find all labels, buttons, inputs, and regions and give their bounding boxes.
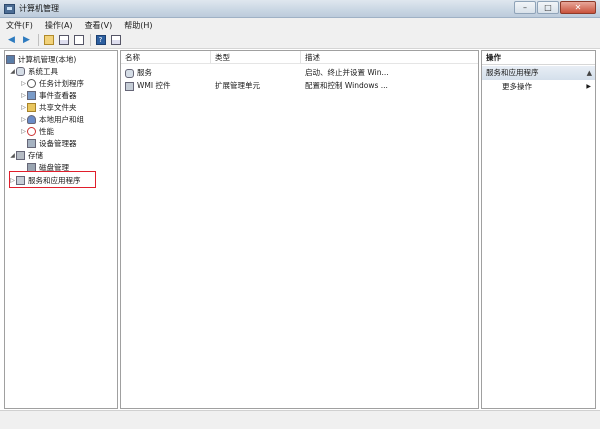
maximize-button[interactable]: □ [537,1,559,14]
menu-bar: 文件(F) 操作(A) 查看(V) 帮助(H) [0,18,600,32]
tree-label: 存储 [28,150,43,160]
storage-icon [16,150,25,160]
expand-icon[interactable]: ▷ [20,92,27,99]
collapse-up-icon[interactable]: ▲ [587,66,592,80]
show-hide-tree-icon[interactable] [57,34,70,47]
window-title: 计算机管理 [19,4,59,13]
toolbar-separator [38,34,39,46]
tree-label: 系统工具 [28,66,58,76]
more-actions-label: 更多操作 [502,82,532,91]
submenu-arrow-icon: ▶ [586,83,591,90]
clock-icon [27,78,36,88]
column-header-type[interactable]: 类型 [211,51,301,64]
list-item[interactable]: 服务 启动、终止并设置 Win... [121,66,478,79]
tree-item-storage[interactable]: ◢ 存储 [9,149,43,161]
up-folder-icon[interactable] [42,34,55,47]
expand-icon[interactable]: ▷ [20,80,27,87]
show-action-pane-icon[interactable] [109,34,122,47]
performance-icon [27,126,36,136]
tree-label: 事件查看器 [39,90,77,100]
tree-label: 共享文件夹 [39,102,77,112]
tree-item-local-users[interactable]: ▷ 本地用户和组 [20,113,84,125]
tree-item-performance[interactable]: ▷ 性能 [20,125,54,137]
list-cell-name: 服务 [125,66,211,79]
menu-action[interactable]: 操作(A) [45,20,73,31]
minimize-button[interactable]: – [514,1,536,14]
tree-item-task-scheduler[interactable]: ▷ 任务计划程序 [20,77,84,89]
toolbar: ◀ ▶ ? [0,32,600,49]
expand-icon[interactable]: ▷ [20,128,27,135]
tree-label: 计算机管理(本地) [18,54,77,64]
menu-file[interactable]: 文件(F) [6,20,33,31]
list-cell-description: 配置和控制 Windows ... [305,81,388,90]
column-header-description[interactable]: 描述 [301,51,478,64]
event-viewer-icon [27,90,36,100]
actions-section-label: 服务和应用程序 [486,68,539,77]
list-cell-name: WMI 控件 [125,79,211,92]
menu-help[interactable]: 帮助(H) [124,20,152,31]
tree-item-event-viewer[interactable]: ▷ 事件查看器 [20,89,77,101]
forward-arrow-icon[interactable]: ▶ [20,34,33,47]
collapse-icon[interactable]: ◢ [9,68,16,75]
list-name-text: WMI 控件 [137,81,171,90]
services-icon [125,68,134,78]
tools-icon [16,66,25,76]
device-manager-icon [27,138,36,148]
status-bar [0,410,600,429]
highlight-annotation [9,171,96,188]
actions-pane: 操作 服务和应用程序 ▲ 更多操作 ▶ [481,50,596,409]
window-controls: – □ ✕ [513,1,596,14]
menu-view[interactable]: 查看(V) [85,20,113,31]
tree-label: 任务计划程序 [39,78,84,88]
tree-item-root[interactable]: 计算机管理(本地) [6,53,76,65]
column-header-name[interactable]: 名称 [121,51,211,64]
list-item[interactable]: WMI 控件 扩展管理单元 配置和控制 Windows ... [121,79,478,92]
tree-item-shared-folders[interactable]: ▷ 共享文件夹 [20,101,77,113]
list-name-text: 服务 [137,68,152,77]
collapse-icon[interactable]: ◢ [9,152,16,159]
tree-label: 性能 [39,126,54,136]
more-actions-item[interactable]: 更多操作 ▶ [482,80,595,94]
computer-management-icon [4,3,15,14]
users-icon [27,114,36,124]
tree-label: 本地用户和组 [39,114,84,124]
export-list-icon[interactable] [72,34,85,47]
folder-icon [27,102,36,112]
result-list: 名称 类型 描述 服务 启动、终止并设置 Win... WMI 控件 扩展管理单… [120,50,479,409]
actions-section-services-apps[interactable]: 服务和应用程序 ▲ [482,66,595,80]
console-tree: 计算机管理(本地) ◢ 系统工具 ▷ 任务计划程序 ▷ 事件查看器 ▷ 共享文件… [4,50,118,409]
close-button[interactable]: ✕ [560,1,596,14]
list-cell-description: 启动、终止并设置 Win... [305,68,389,77]
back-arrow-icon[interactable]: ◀ [5,34,18,47]
wmi-control-icon [125,81,134,91]
toolbar-separator [90,34,91,46]
expand-icon[interactable]: ▷ [20,116,27,123]
expand-icon[interactable]: ▷ [20,104,27,111]
help-icon[interactable]: ? [94,34,107,47]
computer-icon [6,54,15,64]
actions-header: 操作 [482,51,595,65]
tree-item-system-tools[interactable]: ◢ 系统工具 [9,65,58,77]
list-cell-type: 扩展管理单元 [215,81,260,90]
title-bar: 计算机管理 – □ ✕ [0,0,600,18]
tree-label: 设备管理器 [39,138,77,148]
tree-item-device-manager[interactable]: 设备管理器 [27,137,77,149]
